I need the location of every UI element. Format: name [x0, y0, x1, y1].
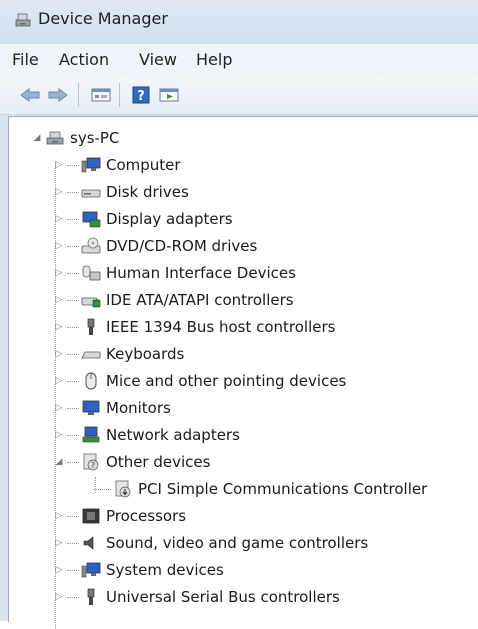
svg-text:?: ?	[91, 461, 95, 470]
expand-arrow-icon[interactable]: ▷	[53, 267, 65, 279]
usb-icon	[87, 588, 95, 605]
show-hidden-icon	[159, 88, 179, 102]
toolbar-separator	[78, 83, 79, 107]
hid-icon	[82, 265, 101, 281]
tree-item-label: Human Interface Devices	[106, 264, 296, 282]
tree-item-label: Display adapters	[106, 210, 233, 228]
tree-item-human-interface-devices[interactable]: ▷ Human Interface Devices	[53, 261, 296, 285]
unknown-device-icon: ?	[83, 453, 99, 471]
expand-arrow-icon[interactable]: ▷	[53, 429, 65, 441]
back-button[interactable]	[18, 84, 42, 106]
tree-item-network-adapters[interactable]: ▷ Network adapters	[53, 423, 240, 447]
back-arrow-icon	[20, 88, 40, 102]
unknown-device-warning-icon	[115, 480, 131, 498]
ide-controller-icon	[81, 297, 101, 308]
show-hidden-button[interactable]	[157, 84, 181, 106]
menu-bar: File Action View Help	[0, 44, 478, 76]
processor-icon	[82, 508, 100, 524]
help-button[interactable]: ?	[129, 84, 153, 106]
dvd-drive-icon	[81, 237, 101, 254]
expand-arrow-icon[interactable]: ▷	[53, 510, 65, 522]
menu-view[interactable]: View	[137, 50, 179, 69]
expand-arrow-icon[interactable]: ▷	[53, 591, 65, 603]
menu-file[interactable]: File	[10, 50, 41, 69]
tree-item-monitors[interactable]: ▷ Monitors	[53, 396, 171, 420]
device-manager-window: Device Manager File Action View Help ? ◢…	[0, 0, 478, 629]
tree-item-label: System devices	[106, 561, 224, 579]
tree-item-pci-simple-communications-controller[interactable]: PCI Simple Communications Controller	[93, 477, 427, 501]
expand-arrow-icon[interactable]: ▷	[53, 537, 65, 549]
tree-item-label: Other devices	[106, 453, 211, 471]
tree-item-label: IDE ATA/ATAPI controllers	[106, 291, 294, 309]
expand-arrow-icon[interactable]: ▷	[53, 321, 65, 333]
tree-item-keyboards[interactable]: ▷ Keyboards	[53, 342, 185, 366]
tree-root-label: sys-PC	[70, 129, 120, 147]
title-bar[interactable]: Device Manager	[0, 0, 478, 44]
tree-item-disk-drives[interactable]: ▷ Disk drives	[53, 180, 189, 204]
tree-item-label: Mice and other pointing devices	[106, 372, 347, 390]
tree-item-label: Network adapters	[106, 426, 240, 444]
network-adapter-icon	[82, 426, 100, 443]
sound-icon	[83, 536, 94, 550]
forward-button[interactable]	[46, 84, 70, 106]
tree-item-other-devices[interactable]: ◢ ? Other devices	[53, 450, 211, 474]
tree-item-sound-controllers[interactable]: ▷ Sound, video and game controllers	[53, 531, 369, 555]
tree-item-usb-controllers[interactable]: ▷ Universal Serial Bus controllers	[53, 585, 340, 609]
system-device-icon	[81, 562, 101, 578]
tree-item-system-devices[interactable]: ▷ System devices	[53, 558, 224, 582]
expand-arrow-icon[interactable]: ▷	[53, 186, 65, 198]
svg-text:?: ?	[137, 89, 145, 104]
tree-item-dvd-drives[interactable]: ▷ DVD/CD-ROM drives	[53, 234, 258, 258]
tree-item-label: Universal Serial Bus controllers	[106, 588, 340, 606]
tree-item-computer[interactable]: ▷ Computer	[53, 153, 181, 177]
tree-item-ide-controllers[interactable]: ▷ IDE ATA/ATAPI controllers	[53, 288, 294, 312]
device-manager-icon	[15, 13, 31, 27]
computer-root-icon	[46, 131, 64, 145]
tree-item-label: PCI Simple Communications Controller	[138, 480, 428, 498]
properties-button[interactable]	[89, 84, 113, 106]
expand-arrow-icon[interactable]: ▷	[53, 159, 65, 171]
tree-item-label: DVD/CD-ROM drives	[106, 237, 258, 255]
expand-arrow-icon[interactable]: ▷	[53, 402, 65, 414]
expand-arrow-icon[interactable]: ▷	[53, 240, 65, 252]
tree-item-label: Monitors	[106, 399, 171, 417]
computer-icon	[81, 157, 101, 173]
disk-drive-icon	[81, 189, 101, 198]
tree-item-ieee1394-controllers[interactable]: ▷ IEEE 1394 Bus host controllers	[53, 315, 336, 339]
tree-item-label: IEEE 1394 Bus host controllers	[106, 318, 336, 336]
tree-item-mice[interactable]: ▷ Mice and other pointing devices	[53, 369, 347, 393]
tree-item-display-adapters[interactable]: ▷ Display adapters	[53, 207, 233, 231]
mouse-icon	[85, 372, 97, 390]
expand-arrow-icon[interactable]: ▷	[53, 375, 65, 387]
window-title: Device Manager	[38, 9, 168, 28]
device-tree: ◢ sys-PC ▷ Computer ▷ Disk drives ▷ Disp…	[8, 116, 478, 629]
ieee1394-icon	[87, 318, 95, 335]
collapse-arrow-icon[interactable]: ◢	[53, 456, 65, 468]
tree-root[interactable]: ◢ sys-PC	[31, 126, 120, 150]
help-icon: ?	[132, 86, 150, 104]
toolbar-separator	[119, 83, 120, 107]
expand-arrow-icon[interactable]: ▷	[53, 294, 65, 306]
tree-item-label: Disk drives	[106, 183, 189, 201]
tree-item-processors[interactable]: ▷ Processors	[53, 504, 187, 528]
toolbar: ?	[0, 76, 478, 115]
tree-item-label: Computer	[106, 156, 181, 174]
display-adapter-icon	[82, 211, 101, 228]
tree-item-label: Sound, video and game controllers	[106, 534, 369, 552]
forward-arrow-icon	[48, 88, 68, 102]
keyboard-icon	[81, 351, 101, 359]
expand-arrow-icon[interactable]: ▷	[53, 213, 65, 225]
collapse-arrow-icon[interactable]: ◢	[31, 132, 43, 144]
expand-arrow-icon[interactable]: ▷	[53, 348, 65, 360]
menu-action[interactable]: Action	[57, 50, 111, 69]
tree-item-label: Processors	[106, 507, 187, 525]
expand-arrow-icon[interactable]: ▷	[53, 564, 65, 576]
tree-item-label: Keyboards	[106, 345, 185, 363]
properties-pane-icon	[91, 88, 111, 102]
monitor-icon	[82, 400, 100, 415]
menu-help[interactable]: Help	[194, 50, 234, 69]
